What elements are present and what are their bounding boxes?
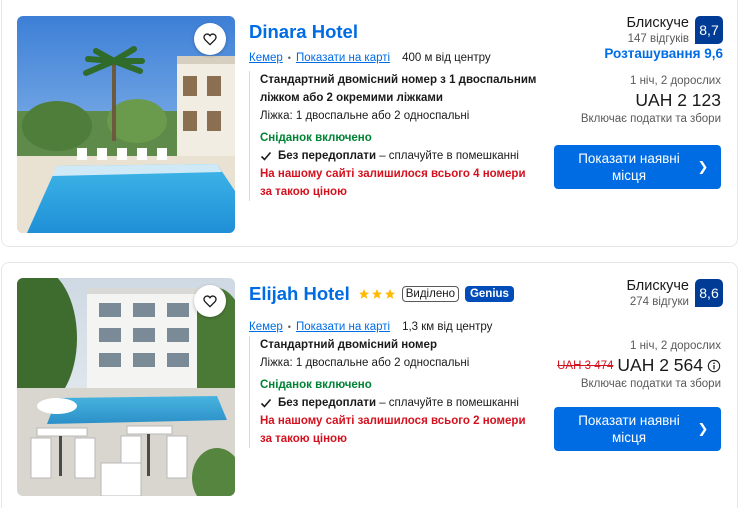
- room-name: Стандартний двомісний номер: [260, 339, 437, 351]
- stay-length: 1 ніч, 2 дорослих: [629, 340, 721, 352]
- wishlist-button[interactable]: [194, 23, 226, 55]
- taxes-note: Включає податки та збори: [580, 113, 721, 125]
- current-price: UAH 2 123: [635, 90, 721, 110]
- original-price: UAH 3 474: [557, 359, 614, 372]
- taxes-note: Включає податки та збори: [580, 378, 721, 390]
- breakfast-included: Сніданок включено: [260, 379, 372, 391]
- stay-length: 1 ніч, 2 дорослих: [629, 75, 721, 87]
- no-prepayment: Без передоплати – сплачуйте в помешканні: [260, 147, 539, 165]
- heart-outline-icon: [203, 295, 217, 308]
- price-line: UAH 3 474 UAH 2 564: [557, 355, 721, 376]
- star-icon: [371, 289, 382, 299]
- star-rating: [358, 288, 396, 300]
- see-availability-label: Показати наявні місця: [578, 151, 680, 183]
- hotel-photo[interactable]: [17, 16, 235, 233]
- no-prepayment: Без передоплати – сплачуйте в помешканні: [260, 394, 539, 412]
- show-on-map-link[interactable]: Показати на карті: [296, 52, 390, 64]
- distance-from-centre: 1,3 км від центру: [402, 321, 493, 333]
- info-circle-icon[interactable]: [707, 359, 721, 373]
- scarcity-message: На нашому сайті залишилося всього 4 номе…: [260, 168, 526, 198]
- see-availability-button[interactable]: Показати наявні місця ❯: [554, 407, 721, 451]
- price-block: 1 ніч, 2 дорослих UAH 2 123 Включає пода…: [581, 73, 721, 125]
- chevron-right-icon: ❯: [697, 421, 709, 436]
- checkmark-icon: [260, 398, 272, 408]
- prepay-rest: – сплачуйте в помешканні: [376, 150, 519, 162]
- featured-badge: Виділено: [401, 286, 459, 302]
- prepay-bold: Без передоплати: [278, 150, 377, 162]
- price-line: UAH 2 123: [581, 90, 721, 111]
- distance-from-centre: 400 м від центру: [402, 52, 491, 64]
- room-name: Стандартний двомісний номер з 1 двоспаль…: [260, 74, 537, 104]
- location-row: Кемер • Показати на карті 400 м від цент…: [249, 52, 491, 64]
- review-score[interactable]: Блискуче 274 відгуки 8,6: [626, 277, 723, 309]
- genius-badge[interactable]: Genius: [464, 286, 514, 302]
- wishlist-button[interactable]: [194, 285, 226, 317]
- hotel-photo[interactable]: [17, 278, 235, 496]
- score-badge: 8,7: [695, 16, 723, 44]
- location-score: Розташування 9,6: [604, 46, 723, 61]
- see-availability-label: Показати наявні місця: [578, 413, 680, 445]
- price-block: 1 ніч, 2 дорослих UAH 3 474 UAH 2 564 Вк…: [557, 338, 721, 390]
- chevron-right-icon: ❯: [697, 159, 709, 174]
- city-link[interactable]: Кемер: [249, 321, 283, 333]
- see-availability-button[interactable]: Показати наявні місця ❯: [554, 145, 721, 189]
- checkmark-icon: [260, 151, 272, 161]
- bed-info: Ліжка: 1 двоспальне або 2 односпальні: [260, 357, 470, 369]
- star-icon: [358, 289, 369, 299]
- hotel-name-link[interactable]: Elijah Hotel: [249, 283, 350, 305]
- heart-outline-icon: [203, 33, 217, 46]
- city-link[interactable]: Кемер: [249, 52, 283, 64]
- prepay-bold: Без передоплати: [278, 397, 377, 409]
- separator-dot: •: [287, 53, 291, 63]
- star-icon: [384, 289, 395, 299]
- hotel-title-row: Elijah Hotel Виділено Genius: [249, 283, 514, 305]
- rating-word: Блискуче: [626, 278, 689, 294]
- score-badge: 8,6: [695, 279, 723, 307]
- property-card-dinara: Dinara Hotel Кемер • Показати на карті 4…: [1, 0, 738, 247]
- room-info: Стандартний двомісний номер з 1 двоспаль…: [249, 71, 539, 201]
- scarcity-message: На нашому сайті залишилося всього 2 номе…: [260, 415, 526, 445]
- breakfast-included: Сніданок включено: [260, 132, 372, 144]
- hotel-name-link[interactable]: Dinara Hotel: [249, 21, 358, 43]
- separator-dot: •: [287, 322, 291, 332]
- room-info: Стандартний двомісний номер Ліжка: 1 дво…: [249, 336, 539, 448]
- bed-info: Ліжка: 1 двоспальне або 2 односпальні: [260, 110, 470, 122]
- review-score[interactable]: Блискуче 147 відгуків 8,7: [626, 14, 723, 46]
- review-count: 274 відгуки: [629, 296, 689, 308]
- hotel-title-row: Dinara Hotel: [249, 21, 358, 43]
- rating-word: Блискуче: [626, 15, 689, 31]
- prepay-rest: – сплачуйте в помешканні: [376, 397, 519, 409]
- current-price: UAH 2 564: [617, 355, 703, 375]
- property-card-elijah: Elijah Hotel Виділено Genius Кемер • Пок…: [1, 262, 738, 508]
- location-row: Кемер • Показати на карті 1,3 км від цен…: [249, 321, 492, 333]
- show-on-map-link[interactable]: Показати на карті: [296, 321, 390, 333]
- review-count: 147 відгуків: [627, 33, 689, 45]
